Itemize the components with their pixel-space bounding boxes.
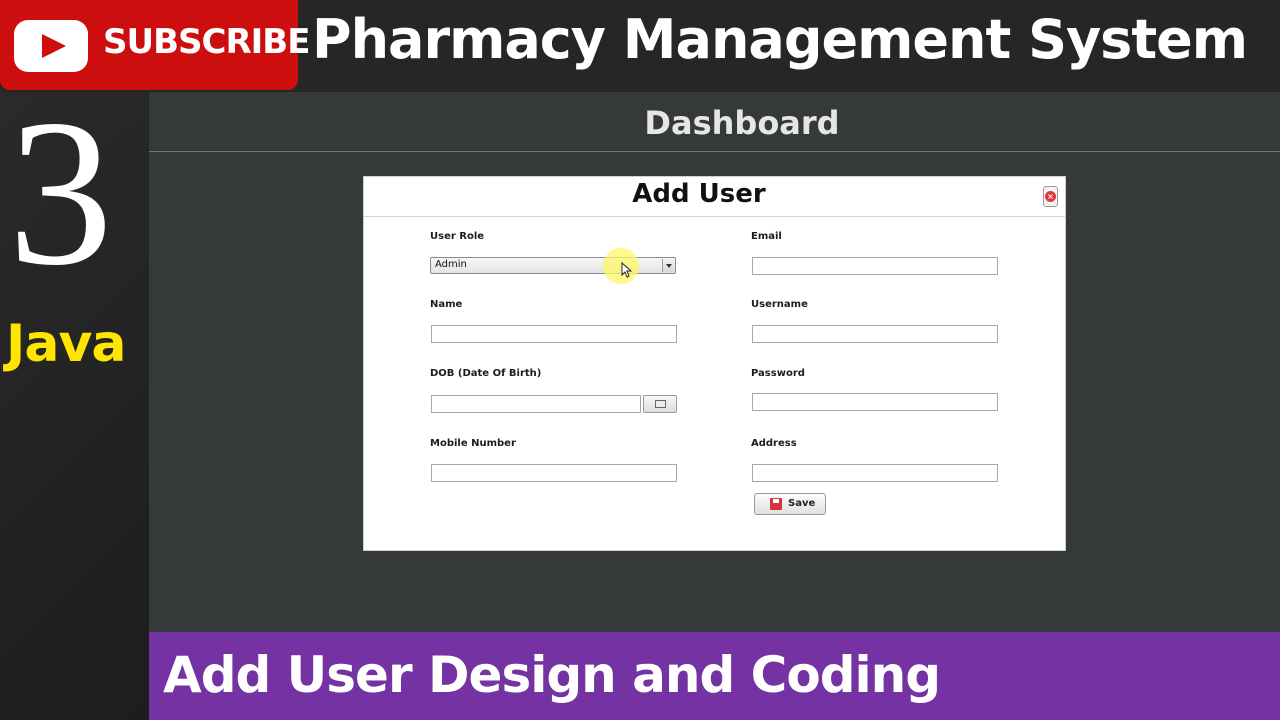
email-label: Email: [751, 231, 782, 242]
password-label: Password: [751, 368, 805, 379]
close-icon: ×: [1045, 191, 1056, 202]
username-input[interactable]: [752, 325, 998, 343]
dob-label: DOB (Date Of Birth): [430, 368, 542, 379]
save-button-label: Save: [788, 498, 816, 509]
app-window: Dashboard Add User × User Role Admin Nam…: [149, 92, 1280, 632]
date-picker-button[interactable]: [643, 395, 677, 413]
video-title: Pharmacy Management System: [312, 8, 1248, 71]
mobile-number-input[interactable]: [431, 464, 677, 482]
address-label: Address: [751, 438, 797, 449]
dashboard-title: Dashboard: [644, 104, 840, 142]
close-button[interactable]: ×: [1043, 186, 1058, 207]
mouse-cursor-icon: [621, 262, 633, 278]
name-input[interactable]: [431, 325, 677, 343]
save-icon: [770, 498, 782, 510]
dob-input[interactable]: [431, 395, 641, 413]
password-input[interactable]: [752, 393, 998, 411]
save-button[interactable]: Save: [754, 493, 826, 515]
calendar-icon: [655, 400, 666, 408]
episode-title: Add User Design and Coding: [163, 646, 941, 704]
name-label: Name: [430, 299, 463, 310]
dropdown-arrow-icon: [662, 259, 674, 272]
youtube-play-icon: [14, 20, 88, 72]
address-input[interactable]: [752, 464, 998, 482]
user-role-label: User Role: [430, 231, 485, 242]
language-label: Java: [6, 314, 126, 374]
mobile-number-label: Mobile Number: [430, 438, 516, 449]
subscribe-label: SUBSCRIBE: [103, 22, 310, 62]
user-role-select[interactable]: Admin: [430, 257, 676, 274]
episode-number: 3: [8, 77, 113, 309]
email-input[interactable]: [752, 257, 998, 275]
username-label: Username: [751, 299, 808, 310]
user-role-value: Admin: [435, 259, 467, 270]
dialog-header: Add User ×: [364, 177, 1065, 217]
add-user-dialog: Add User × User Role Admin Name DOB (Dat…: [363, 176, 1066, 551]
dialog-title: Add User: [632, 179, 766, 209]
app-header: Dashboard: [149, 92, 1280, 152]
bottom-banner: Add User Design and Coding: [149, 632, 1280, 720]
